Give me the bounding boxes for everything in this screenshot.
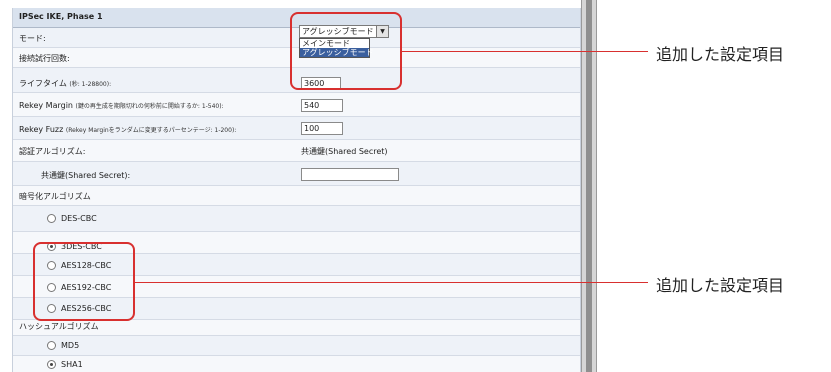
hash-radio-1[interactable] [47,360,56,369]
scrollbar-thumb[interactable] [586,0,592,372]
hash-option-label: SHA1 [61,360,83,369]
rekey-fuzz-label: Rekey Fuzz (Rekey Marginをランダムに変更するパーセンテー… [19,125,237,134]
hash-header-row: ハッシュアルゴリズム [13,320,580,336]
hash-radio-0[interactable] [47,341,56,350]
hash-option-label: MD5 [61,341,80,350]
vertical-scrollbar[interactable] [581,0,597,372]
shared-secret-input[interactable] [301,168,399,181]
auth-algo-label: 認証アルゴリズム: [19,147,86,156]
callout-text-encryption: 追加した設定項目 [656,276,785,295]
callout-box-mode [290,12,402,90]
rekey-margin-input[interactable]: 540 [301,99,343,112]
callout-text-mode: 追加した設定項目 [656,45,785,64]
auth-algo-value: 共通鍵(Shared Secret) [301,147,388,156]
shared-secret-label: 共通鍵(Shared Secret): [41,171,131,180]
section-title: IPSec IKE, Phase 1 [19,12,103,21]
rekey-fuzz-row: Rekey Fuzz (Rekey Marginをランダムに変更するパーセンテー… [13,117,580,140]
rekey-margin-label: Rekey Margin (鍵の再生成を期限切れの何秒前に開始するか: 1-54… [19,101,224,110]
encryption-header-row: 暗号化アルゴリズム [13,186,580,206]
retry-label: 接続試行回数: [19,54,70,63]
callout-line-encryption [135,282,648,283]
lifetime-label: ライフタイム (秒: 1-28800): [19,79,112,88]
auth-algo-row: 認証アルゴリズム: 共通鍵(Shared Secret) [13,140,580,162]
hash-label: ハッシュアルゴリズム [19,322,99,331]
hash-option-row[interactable]: SHA1 [13,356,580,372]
hash-option-row[interactable]: MD5 [13,336,580,356]
mode-label: モード: [19,34,46,43]
shared-secret-row: 共通鍵(Shared Secret): [13,162,580,186]
enc-option-label: DES-CBC [61,214,97,223]
enc-option-row[interactable]: DES-CBC [13,206,580,232]
enc-radio-0[interactable] [47,214,56,223]
rekey-margin-row: Rekey Margin (鍵の再生成を期限切れの何秒前に開始するか: 1-54… [13,93,580,117]
callout-box-encryption [33,242,135,321]
encryption-label: 暗号化アルゴリズム [19,192,91,201]
callout-line-mode [402,51,648,52]
rekey-fuzz-input[interactable]: 100 [301,122,343,135]
